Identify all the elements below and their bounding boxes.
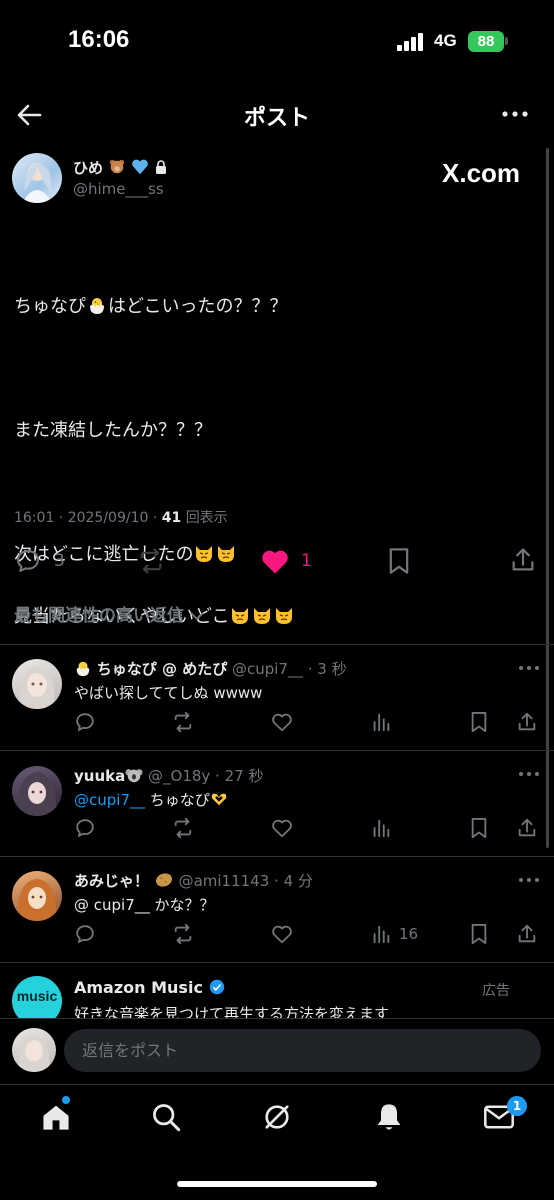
pouting-cat-emoji-icon bbox=[254, 608, 271, 624]
reply-text: やばい探しててしぬ wwww bbox=[74, 684, 263, 702]
home-dot-indicator bbox=[62, 1096, 70, 1104]
reply-header: ちゅなぴ @ めたぴ @cupi7__ · 3 秒 bbox=[74, 658, 347, 679]
reply-author-handle[interactable]: @_O18y · 27 秒 bbox=[148, 767, 263, 785]
home-indicator bbox=[177, 1181, 377, 1187]
like-icon[interactable] bbox=[271, 817, 293, 839]
grok-icon[interactable] bbox=[261, 1101, 293, 1133]
reply-count: 3 bbox=[54, 551, 65, 571]
like-count: 1 bbox=[301, 551, 312, 571]
author-name[interactable]: ひめ bbox=[73, 157, 167, 178]
chevron-down-icon bbox=[190, 612, 204, 621]
reply-view-count: 16 bbox=[399, 925, 419, 943]
post-line-1: ちゅなぴ はどこいったの？？？ bbox=[14, 296, 288, 317]
reply-header: yuuka @_O18y · 27 秒 bbox=[74, 765, 263, 786]
messages-badge: 1 bbox=[507, 1096, 527, 1116]
reply-author-handle[interactable]: @cupi7__ · 3 秒 bbox=[232, 660, 347, 678]
reply-text: @ cupi7__ かな？？ bbox=[74, 896, 215, 914]
status-bar: 16:06 4G 88 bbox=[0, 0, 554, 80]
home-icon[interactable] bbox=[40, 1102, 72, 1132]
page-title: ポスト bbox=[243, 106, 310, 131]
more-options-icon[interactable] bbox=[500, 102, 530, 126]
reply-avatar[interactable] bbox=[12, 659, 62, 709]
koala-emoji-icon bbox=[125, 769, 143, 783]
reply-author-name[interactable]: あみじゃ！ bbox=[74, 872, 149, 890]
network-label: 4G bbox=[434, 31, 457, 50]
heart-hands-emoji-icon bbox=[211, 793, 227, 806]
repost-icon[interactable] bbox=[172, 711, 194, 733]
repost-icon[interactable] bbox=[172, 923, 194, 945]
reply-text: @cupi7__ ちゅなぴ bbox=[74, 789, 228, 810]
reply-icon[interactable] bbox=[74, 817, 96, 839]
divider bbox=[0, 750, 554, 751]
views-chart-icon[interactable] bbox=[370, 923, 392, 945]
author-avatar[interactable] bbox=[12, 153, 62, 203]
reply-action-bar bbox=[0, 709, 554, 737]
reply-icon[interactable] bbox=[74, 711, 96, 733]
post-metadata: 16:01 · 2025/09/10 · 41 回表示 bbox=[14, 510, 228, 526]
blue-heart-emoji-icon bbox=[132, 159, 149, 175]
divider bbox=[0, 962, 554, 963]
sort-replies-dropdown[interactable]: 最も関連性の高い返信 bbox=[14, 601, 204, 626]
divider bbox=[0, 644, 554, 645]
bookmark-icon[interactable] bbox=[469, 817, 489, 839]
post-line-2: また凍結したんか？？？ bbox=[14, 420, 212, 441]
ad-author-name[interactable]: Amazon Music bbox=[74, 978, 225, 997]
reply-icon[interactable] bbox=[74, 923, 96, 945]
potato-emoji-icon bbox=[155, 873, 172, 887]
bookmark-icon[interactable] bbox=[469, 711, 489, 733]
signal-icon bbox=[397, 33, 427, 51]
hatching-chick-emoji-icon bbox=[76, 661, 90, 677]
reply-avatar[interactable] bbox=[12, 871, 62, 921]
teddy-bear-emoji-icon bbox=[110, 159, 125, 174]
more-options-icon[interactable] bbox=[518, 877, 540, 883]
mention-link[interactable]: @cupi7__ bbox=[74, 791, 145, 809]
share-icon[interactable] bbox=[516, 923, 538, 945]
like-icon[interactable] bbox=[271, 923, 293, 945]
more-options-icon[interactable] bbox=[518, 771, 540, 777]
scrollbar[interactable] bbox=[546, 148, 549, 848]
reply-action-bar: 16 bbox=[0, 921, 554, 949]
author-handle[interactable]: @hime___ss bbox=[73, 180, 164, 198]
ad-text: 好きな音楽を見つけて再生する方法を変えます bbox=[74, 1005, 390, 1019]
reply-header: あみじゃ！ @ami11143 · 4 分 bbox=[74, 870, 313, 891]
repost-icon[interactable] bbox=[137, 547, 165, 575]
status-time: 16:06 bbox=[68, 26, 130, 53]
verified-badge-icon bbox=[209, 979, 224, 995]
lock-icon bbox=[155, 160, 166, 174]
notifications-bell-icon[interactable] bbox=[374, 1101, 404, 1133]
share-icon[interactable] bbox=[516, 817, 538, 839]
like-icon[interactable] bbox=[271, 711, 293, 733]
reply-author-handle[interactable]: @ami11143 · 4 分 bbox=[179, 872, 313, 890]
reply-icon[interactable] bbox=[14, 547, 42, 575]
view-count: 41 bbox=[161, 510, 182, 526]
divider bbox=[0, 856, 554, 857]
repost-icon[interactable] bbox=[172, 817, 194, 839]
reply-author-name[interactable]: ちゅなぴ @ めたぴ bbox=[97, 660, 227, 678]
reply-avatar[interactable] bbox=[12, 766, 62, 816]
amazon-music-logo: music bbox=[16, 988, 58, 1004]
pouting-cat-emoji-icon bbox=[232, 608, 249, 624]
share-icon[interactable] bbox=[516, 711, 538, 733]
reply-action-bar bbox=[0, 815, 554, 843]
my-avatar[interactable] bbox=[12, 1028, 56, 1072]
search-icon[interactable] bbox=[151, 1102, 181, 1132]
views-chart-icon[interactable] bbox=[370, 817, 392, 839]
battery-cap-icon bbox=[505, 37, 508, 45]
views-chart-icon[interactable] bbox=[370, 711, 392, 733]
share-icon[interactable] bbox=[509, 546, 537, 574]
pouting-cat-emoji-icon bbox=[218, 546, 235, 562]
more-options-icon[interactable] bbox=[518, 665, 540, 671]
battery-icon: 88 bbox=[468, 31, 504, 52]
reply-author-name[interactable]: yuuka bbox=[74, 767, 125, 785]
like-filled-icon[interactable] bbox=[260, 547, 290, 575]
bookmark-icon[interactable] bbox=[469, 923, 489, 945]
ad-label: 広告 bbox=[482, 983, 510, 999]
bookmark-icon[interactable] bbox=[386, 547, 412, 575]
hatching-chick-emoji-icon bbox=[90, 298, 104, 314]
watermark: X.com bbox=[442, 158, 521, 188]
pouting-cat-emoji-icon bbox=[276, 608, 293, 624]
pouting-cat-emoji-icon bbox=[196, 546, 213, 562]
reply-input[interactable]: 返信をポスト bbox=[64, 1029, 541, 1072]
